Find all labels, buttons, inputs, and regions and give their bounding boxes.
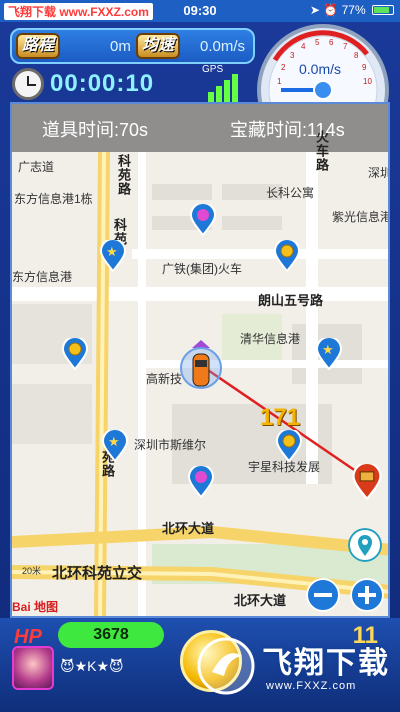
- gauge-tick: 10: [363, 77, 372, 86]
- hp-bar: 3678: [58, 622, 164, 648]
- item-time: 道具时间:70s: [42, 120, 149, 140]
- gauge-value: 0.0m/s: [299, 61, 341, 77]
- map-label: 深圳市斯维尔: [134, 438, 207, 452]
- gps-label: GPS: [202, 64, 224, 75]
- signal-bar: [224, 80, 230, 104]
- map-label: 广志道: [18, 160, 55, 174]
- avg-speed-chip: 均速: [136, 33, 180, 59]
- baidu-logo: Bai 地图: [12, 600, 59, 614]
- gauge-tick: 5: [315, 38, 320, 47]
- timer: 00:00:10: [12, 68, 212, 100]
- brand-logo-icon: [197, 637, 255, 695]
- signal-bar: [232, 74, 238, 104]
- map-label: 紫光信息港: [332, 210, 390, 224]
- scale-label: 20米: [22, 566, 42, 576]
- zoom-in-button[interactable]: [350, 578, 384, 612]
- brand-watermark: 飞翔下载 www.FXXZ.com: [196, 636, 394, 700]
- gauge-tick: 9: [362, 63, 367, 72]
- alarm-icon: ⏰: [323, 3, 339, 17]
- coin-pin-icon[interactable]: [274, 240, 300, 272]
- location-arrow-icon: ➤: [309, 3, 320, 17]
- road-label: 科苑路: [116, 154, 131, 196]
- player-car-icon: [180, 340, 222, 389]
- map-view[interactable]: 道具时间:70s 宝藏时间:114s 广志道 东方信息港1栋 长科公寓 紫光信息…: [10, 102, 390, 618]
- bottom-panel: HP 3678 😈★K★😈 11 飞翔下载 www.FXXZ.com: [0, 618, 400, 712]
- distance-chip: 路程: [16, 33, 60, 59]
- brand-url: www.FXXZ.com: [266, 680, 357, 692]
- distance-value: 0m: [110, 38, 131, 55]
- road-label: 北环科苑立交: [52, 565, 143, 582]
- status-right: ➤ ⏰ 77%: [310, 3, 394, 17]
- road-label: 北环大道: [162, 521, 215, 536]
- gauge-tick: 7: [343, 42, 348, 51]
- road-label: 朗山五号路: [258, 293, 324, 308]
- map-label: 高新技: [146, 372, 183, 386]
- gauge-hub: [313, 80, 333, 100]
- rank-badge: 😈★K★😈: [60, 658, 124, 674]
- gauge-tick: 8: [354, 51, 359, 60]
- clock-icon: [12, 68, 44, 100]
- distance-counter: 171: [260, 404, 301, 431]
- map-label: 长科公寓: [266, 186, 315, 200]
- map-label: 东方信息港1栋: [14, 192, 93, 206]
- svg-text:★: ★: [108, 434, 120, 449]
- app-root: 飞翔下载 www.FXXZ.com 09:30 ➤ ⏰ 77% 路程 0m 均速…: [0, 0, 400, 712]
- map-label: 清华信息港: [240, 332, 301, 346]
- star-pin-icon[interactable]: ★: [316, 338, 342, 370]
- distance-speed-panel: 路程 0m 均速 0.0m/s: [10, 28, 255, 64]
- star-pin-icon[interactable]: ★: [102, 430, 128, 462]
- gauge-tick: 1: [277, 77, 282, 86]
- battery-percent: 77%: [341, 3, 366, 17]
- star-pin-icon[interactable]: ★: [100, 240, 126, 272]
- timer-value: 00:00:10: [50, 70, 155, 97]
- map-label: 广铁(集团)火车: [162, 262, 242, 276]
- potion-pin-icon[interactable]: [190, 204, 216, 236]
- treasure-pin-icon[interactable]: [352, 464, 382, 500]
- gps-signal: GPS: [200, 64, 244, 104]
- potion-pin-icon[interactable]: [188, 466, 214, 498]
- road-label: 火车路: [314, 130, 329, 172]
- avg-speed-value: 0.0m/s: [200, 38, 246, 55]
- road-label: 北环大道: [234, 593, 287, 608]
- gauge-tick: 4: [301, 42, 306, 51]
- brand-name: 飞翔下载: [262, 647, 390, 680]
- coin-pin-icon[interactable]: [62, 338, 88, 370]
- coin-pin-icon[interactable]: [276, 430, 302, 462]
- avatar[interactable]: [12, 646, 54, 690]
- battery-icon: [372, 5, 394, 15]
- svg-text:★: ★: [322, 342, 334, 357]
- map-label: 深圳: [368, 166, 390, 180]
- svg-text:★: ★: [106, 244, 118, 259]
- gauge-tick: 2: [281, 63, 286, 72]
- map-label: 东方信息港: [12, 270, 73, 284]
- zoom-out-button[interactable]: [306, 578, 340, 612]
- locate-button[interactable]: [348, 528, 382, 562]
- gauge-tick: 3: [290, 51, 295, 60]
- gauge-tick: 6: [329, 38, 334, 47]
- timer-banner: 道具时间:70s 宝藏时间:114s: [12, 104, 388, 152]
